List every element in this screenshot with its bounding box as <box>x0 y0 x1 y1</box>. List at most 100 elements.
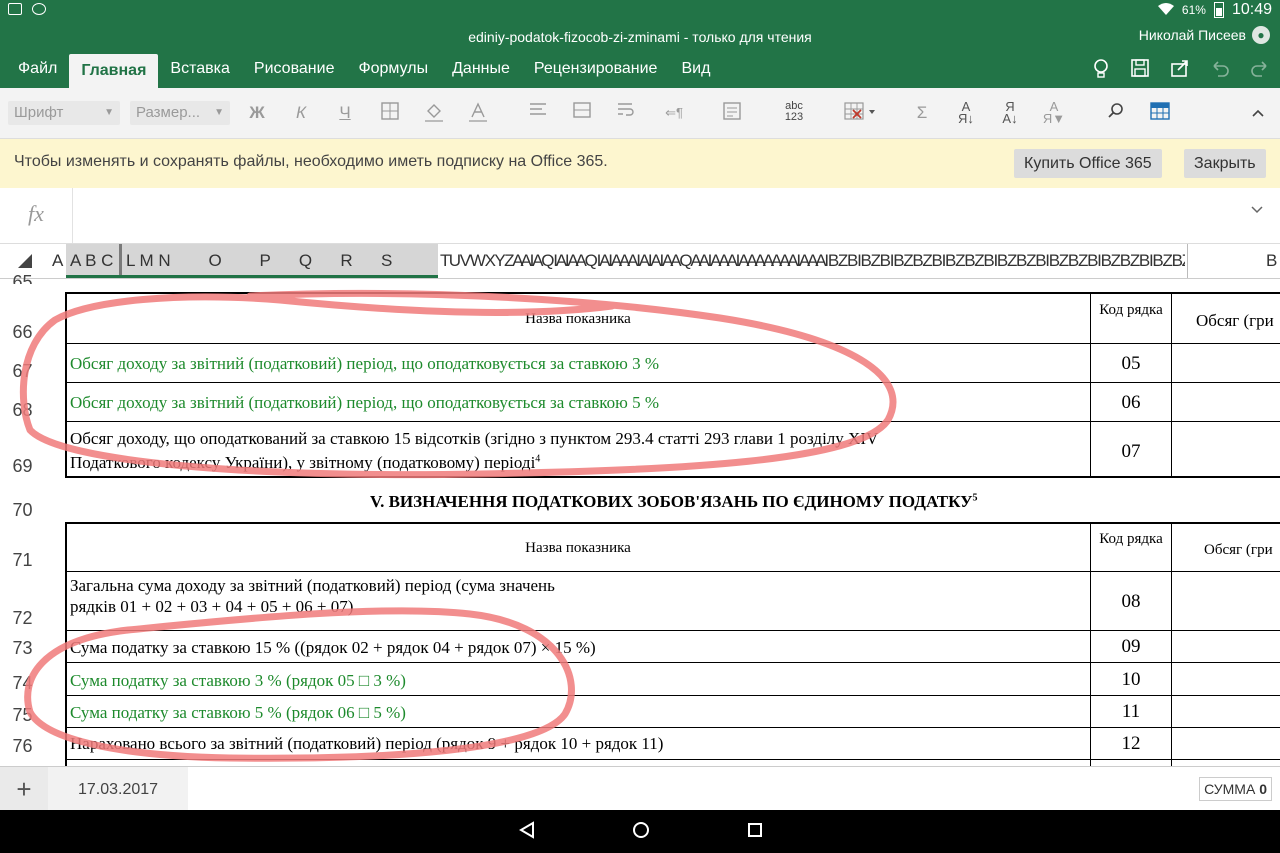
user-name[interactable]: Николай Писеев <box>1139 27 1246 43</box>
buy-office-button[interactable]: Купить Office 365 <box>1014 149 1162 178</box>
border <box>66 476 1280 478</box>
lightbulb-icon[interactable] <box>1092 58 1110 85</box>
formula-separator <box>72 188 73 243</box>
tab-formulas[interactable]: Формулы <box>346 52 440 88</box>
column-group-lms[interactable]: L M N O P Q R S <box>126 251 392 271</box>
sort-descending-icon[interactable]: Я А↓ <box>998 100 1022 125</box>
section5-row-12-code: 12 <box>1121 733 1141 754</box>
sheet-tab[interactable]: 17.03.2017 <box>48 767 188 811</box>
android-nav-bar <box>0 810 1280 853</box>
redo-icon[interactable] <box>1250 58 1270 85</box>
section5-row-10-code: 10 <box>1121 669 1141 690</box>
section4-row-05-text: Обсяг доходу за звітний (податковий) пер… <box>70 354 660 373</box>
back-icon[interactable] <box>518 820 536 845</box>
select-all-corner-icon[interactable] <box>18 254 32 268</box>
home-icon[interactable] <box>631 820 651 845</box>
filter-icon[interactable]: А Я▼ <box>1042 100 1066 125</box>
expand-formula-icon[interactable] <box>1250 202 1264 220</box>
section4-header-code: Код рядка <box>1099 302 1163 318</box>
document-title: ediniy-podatok-fizocob-zi-zminami - толь… <box>468 29 812 45</box>
autosum-icon[interactable]: Σ <box>910 101 934 125</box>
add-sheet-button[interactable]: + <box>0 767 48 811</box>
ribbon-tabs: Файл Главная Вставка Рисование Формулы Д… <box>0 52 1280 88</box>
ribbon-toolbar: Шрифт ▼ Размер... ▼ Ж К Ч ⇐¶ abc 123 Σ А Я↓… <box>0 88 1280 139</box>
section5-header-name: Назва показника <box>525 540 631 556</box>
sheet-grid[interactable]: Назва показника Код рядка Обсяг (гри Обс… <box>0 278 1280 766</box>
border <box>66 382 1280 383</box>
column-group-compressed[interactable]: T U V W X Y Z A A I A Q I A I A A Q I A … <box>440 251 1185 271</box>
tab-draw[interactable]: Рисование <box>242 52 347 88</box>
sheet-tabs-bar: + 17.03.2017 СУММА 0 <box>0 766 1280 811</box>
section5-row-12-text: Нараховано всього за звітний (податковий… <box>70 734 664 753</box>
align-icon[interactable] <box>526 101 550 125</box>
section5-row-09-text: Сума податку за ставкою 15 % ((рядок 02 … <box>70 638 596 657</box>
border <box>66 662 1280 663</box>
battery-icon <box>1213 2 1224 18</box>
tab-file[interactable]: Файл <box>6 52 69 88</box>
border <box>1171 292 1172 478</box>
tab-insert[interactable]: Вставка <box>158 52 241 88</box>
border <box>65 522 67 766</box>
android-status-bar: 61% 10:49 <box>0 0 1280 22</box>
border <box>66 759 1280 760</box>
section4-header-name: Назва показника <box>525 311 631 327</box>
section5-row-11-text: Сума податку за ставкою 5 % (рядок 06 □ … <box>70 703 406 722</box>
section4-row-05-code: 05 <box>1121 353 1141 374</box>
sum-indicator[interactable]: СУММА 0 <box>1199 777 1272 801</box>
recents-icon[interactable] <box>746 820 764 845</box>
tab-review[interactable]: Рецензирование <box>522 52 670 88</box>
border <box>66 421 1280 422</box>
spell-check-icon[interactable]: abc 123 <box>776 101 812 125</box>
undo-icon[interactable] <box>1210 58 1230 85</box>
tab-data[interactable]: Данные <box>440 52 522 88</box>
column-group-abc[interactable]: A B C <box>70 251 113 271</box>
border <box>66 727 1280 728</box>
table-format-icon[interactable] <box>1148 101 1172 125</box>
tab-home[interactable]: Главная <box>69 54 159 88</box>
banner-message: Чтобы изменять и сохранять файлы, необхо… <box>14 153 608 170</box>
sort-ascending-icon[interactable]: А Я↓ <box>954 100 978 125</box>
section4-header-amount: Обсяг (гри <box>1196 311 1274 330</box>
section4-row-06-code: 06 <box>1121 392 1141 413</box>
font-dropdown[interactable]: Шрифт ▼ <box>8 101 120 125</box>
underline-button[interactable]: Ч <box>334 101 356 125</box>
find-icon[interactable] <box>1104 101 1128 125</box>
font-size-dropdown[interactable]: Размер... ▼ <box>130 101 230 125</box>
merge-cells-icon[interactable] <box>570 101 594 125</box>
border <box>1090 292 1091 478</box>
wrap-text-icon[interactable] <box>614 101 638 125</box>
collapse-ribbon-icon[interactable] <box>1248 101 1268 125</box>
formula-input[interactable] <box>80 188 1230 243</box>
column-b-right[interactable]: B <box>1266 251 1277 271</box>
borders-icon[interactable] <box>378 101 402 125</box>
column-divider-handle[interactable] <box>119 244 122 278</box>
italic-button[interactable]: К <box>290 101 312 125</box>
section4-row-06-text: Обсяг доходу за звітний (податковий) пер… <box>70 393 660 412</box>
text-direction-icon[interactable]: ⇐¶ <box>660 101 688 125</box>
section5-header-amount: Обсяг (гри <box>1204 542 1273 558</box>
wifi-icon <box>1157 2 1174 18</box>
section4-row-07-text-line2: Податкового кодексу України), у звітному… <box>70 453 541 472</box>
column-a[interactable]: A <box>52 251 63 271</box>
title-bar: ediniy-podatok-fizocob-zi-zminami - толь… <box>0 22 1280 52</box>
tab-view[interactable]: Вид <box>669 52 722 88</box>
app-notification-icon <box>32 3 46 15</box>
avatar[interactable]: ● <box>1252 26 1270 44</box>
share-icon[interactable] <box>1170 58 1190 85</box>
border <box>66 630 1280 631</box>
font-color-icon[interactable] <box>466 101 490 125</box>
border <box>66 343 1280 344</box>
bold-button[interactable]: Ж <box>246 101 268 125</box>
section5-row-08-text-line2: рядків 01 + 02 + 03 + 04 + 05 + 06 + 07) <box>70 597 354 616</box>
border <box>66 695 1280 696</box>
number-format-icon[interactable] <box>720 101 744 125</box>
border <box>66 522 1280 524</box>
border <box>66 292 1280 294</box>
insert-delete-cells-icon[interactable] <box>840 101 880 125</box>
notification-icon <box>8 3 22 15</box>
section5-row-11-code: 11 <box>1121 701 1141 722</box>
close-banner-button[interactable]: Закрыть <box>1184 149 1266 178</box>
save-icon[interactable] <box>1130 58 1150 85</box>
fill-color-icon[interactable] <box>422 101 446 125</box>
border <box>66 571 1280 572</box>
